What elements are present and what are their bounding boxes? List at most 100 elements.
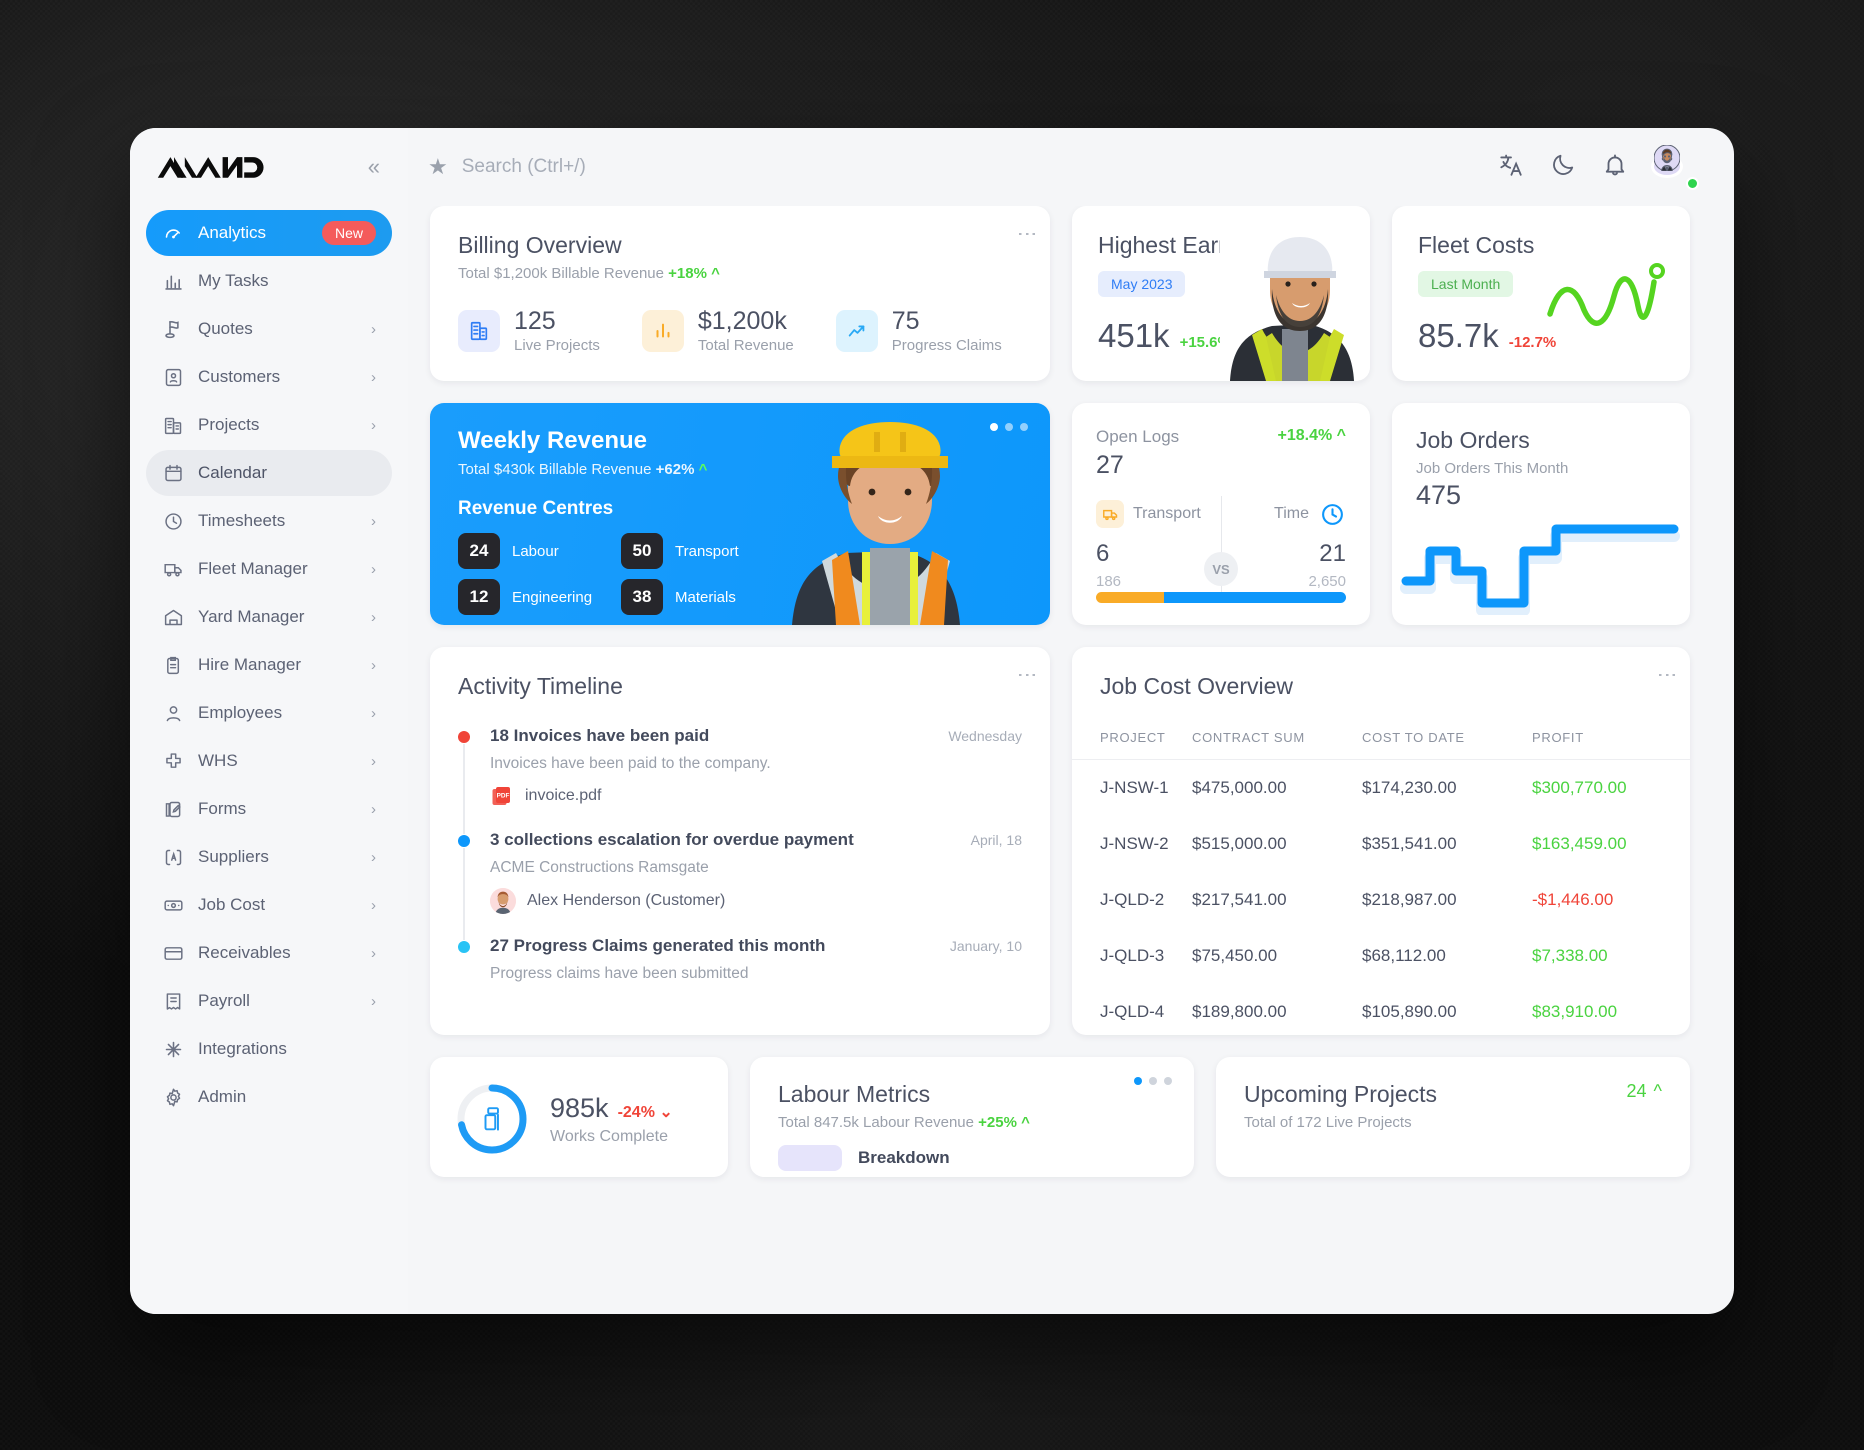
- sidebar-item-suppliers[interactable]: Suppliers ›: [146, 834, 392, 880]
- stat-label: Progress Claims: [892, 337, 1002, 354]
- highest-earning-card: Highest Earning May 2023 451k +15.6%: [1072, 206, 1370, 381]
- column-header-project: PROJECT: [1072, 730, 1192, 760]
- timeline-item: 3 collections escalation for overdue pay…: [458, 830, 1022, 936]
- table-header-row: PROJECT CONTRACT SUM COST TO DATE PROFIT: [1072, 730, 1690, 760]
- activity-timeline-title: Activity Timeline: [458, 673, 1022, 700]
- pdf-icon: PDF: [490, 784, 514, 808]
- sidebar-item-integrations[interactable]: Integrations: [146, 1026, 392, 1072]
- sidebar-collapse-icon[interactable]: «: [362, 154, 384, 180]
- timeline-item-desc: ACME Constructions Ramsgate: [490, 859, 1022, 877]
- cell-contract-sum: $217,541.00: [1192, 872, 1362, 928]
- labour-subtitle-text: Total 847.5k Labour Revenue: [778, 1114, 974, 1131]
- sidebar-item-label: Customers: [198, 367, 357, 387]
- sidebar-item-receivables[interactable]: Receivables ›: [146, 930, 392, 976]
- stat-total-revenue: $1,200k Total Revenue: [642, 308, 794, 354]
- works-delta: -24% ⌄: [618, 1102, 673, 1122]
- timeline-item-header: 27 Progress Claims generated this month …: [490, 936, 1022, 956]
- sidebar-item-my-tasks[interactable]: My Tasks: [146, 258, 392, 304]
- job-cost-title: Job Cost Overview: [1072, 673, 1690, 700]
- table-row[interactable]: J-QLD-3 $75,450.00 $68,112.00 $7,338.00: [1072, 928, 1690, 984]
- brand-logo: [156, 154, 264, 180]
- table-row[interactable]: J-QLD-2 $217,541.00 $218,987.00 -$1,446.…: [1072, 872, 1690, 928]
- weekly-subtitle-text: Total $430k Billable Revenue: [458, 461, 651, 478]
- credit-card-icon: [162, 942, 184, 964]
- sidebar-nav: Analytics New My Tasks Quotes › Customer…: [146, 206, 392, 1120]
- bell-icon[interactable]: [1602, 152, 1628, 183]
- table-row[interactable]: J-NSW-1 $475,000.00 $174,230.00 $300,770…: [1072, 760, 1690, 817]
- sidebar-item-timesheets[interactable]: Timesheets ›: [146, 498, 392, 544]
- person-name: Alex Henderson (Customer): [527, 892, 725, 910]
- table-row[interactable]: J-QLD-4 $189,800.00 $105,890.00 $83,910.…: [1072, 984, 1690, 1035]
- sidebar-item-analytics[interactable]: Analytics New: [146, 210, 392, 256]
- banknote-icon: [162, 894, 184, 916]
- cell-cost-to-date: $174,230.00: [1362, 760, 1532, 817]
- open-logs-card: Open Logs 27 +18.4% ^ VS Transport: [1072, 403, 1370, 625]
- timeline-item-title: 27 Progress Claims generated this month: [490, 936, 825, 956]
- column-header-contract-sum: CONTRACT SUM: [1192, 730, 1362, 760]
- revenue-centre-engineering: 12 Engineering: [458, 579, 603, 615]
- sidebar-item-quotes[interactable]: Quotes ›: [146, 306, 392, 352]
- cell-project: J-QLD-4: [1072, 984, 1192, 1035]
- timeline-item-title: 3 collections escalation for overdue pay…: [490, 830, 854, 850]
- sidebar-item-forms[interactable]: Forms ›: [146, 786, 392, 832]
- rc-label: Transport: [675, 543, 739, 560]
- svg-text:PDF: PDF: [497, 793, 510, 800]
- star-icon[interactable]: ★: [428, 154, 448, 180]
- cell-contract-sum: $475,000.00: [1192, 760, 1362, 817]
- open-logs-time: Time 21 2,650: [1221, 500, 1346, 590]
- sidebar-item-label: WHS: [198, 751, 357, 771]
- column-header-cost-to-date: COST TO DATE: [1362, 730, 1532, 760]
- card-menu-icon[interactable]: ⋮: [1661, 665, 1672, 686]
- transport-head: Transport: [1096, 500, 1221, 528]
- card-menu-icon[interactable]: ⋮: [1021, 224, 1032, 245]
- sidebar-item-admin[interactable]: Admin: [146, 1074, 392, 1120]
- sidebar-header: «: [146, 128, 392, 206]
- stat-live-projects: 125 Live Projects: [458, 308, 600, 354]
- timeline-attachment[interactable]: PDF invoice.pdf: [490, 784, 1022, 808]
- fleet-costs-sparkline: [1544, 252, 1674, 337]
- translate-icon[interactable]: [1498, 152, 1524, 183]
- sidebar-item-calendar[interactable]: Calendar: [146, 450, 392, 496]
- open-logs-transport: Transport 6 186: [1096, 500, 1221, 590]
- user-avatar-image: [1654, 158, 1680, 175]
- trend-up-caret-icon: ^: [1021, 1114, 1030, 1131]
- avatar: [490, 888, 516, 914]
- chevron-right-icon: ›: [371, 849, 376, 866]
- attachment-filename: invoice.pdf: [525, 787, 602, 805]
- period-badge: Last Month: [1418, 271, 1513, 297]
- time-head: Time: [1221, 500, 1346, 528]
- sidebar-item-projects[interactable]: Projects ›: [146, 402, 392, 448]
- time-sub: 2,650: [1221, 573, 1346, 590]
- search-input[interactable]: Search (Ctrl+/): [462, 156, 1484, 178]
- revenue-centre-transport: 50 Transport: [621, 533, 766, 569]
- sidebar-item-customers[interactable]: Customers ›: [146, 354, 392, 400]
- building-icon: [458, 310, 500, 352]
- sidebar-item-employees[interactable]: Employees ›: [146, 690, 392, 736]
- sidebar-item-label: Timesheets: [198, 511, 357, 531]
- cell-project: J-NSW-2: [1072, 816, 1192, 872]
- card-menu-icon[interactable]: ⋮: [1021, 665, 1032, 686]
- fleet-costs-value: 85.7k: [1418, 317, 1499, 355]
- sidebar-item-fleet-manager[interactable]: Fleet Manager ›: [146, 546, 392, 592]
- carousel-dots[interactable]: [1134, 1077, 1172, 1085]
- open-logs-delta: +18.4%: [1277, 427, 1332, 444]
- time-value: 21: [1221, 540, 1346, 568]
- progress-time-segment: [1164, 592, 1347, 603]
- sidebar-item-hire-manager[interactable]: Hire Manager ›: [146, 642, 392, 688]
- chevron-right-icon: ›: [371, 657, 376, 674]
- chevron-right-icon: ›: [371, 561, 376, 578]
- moon-icon[interactable]: [1550, 152, 1576, 183]
- sidebar-item-job-cost[interactable]: Job Cost ›: [146, 882, 392, 928]
- worker-woman-photo: [774, 420, 1004, 625]
- table-row[interactable]: J-NSW-2 $515,000.00 $351,541.00 $163,459…: [1072, 816, 1690, 872]
- timeline-person[interactable]: Alex Henderson (Customer): [490, 888, 1022, 914]
- timeline-item-header: 18 Invoices have been paid Wednesday: [490, 726, 1022, 746]
- sidebar-item-yard-manager[interactable]: Yard Manager ›: [146, 594, 392, 640]
- sidebar-item-label: Fleet Manager: [198, 559, 357, 579]
- sidebar-item-whs[interactable]: WHS ›: [146, 738, 392, 784]
- topbar-actions: [1498, 145, 1698, 189]
- avatar[interactable]: [1654, 145, 1698, 189]
- sidebar-item-payroll[interactable]: Payroll ›: [146, 978, 392, 1024]
- stat-value: 75: [892, 308, 1002, 334]
- open-logs-comparison: VS Transport 6 186 Time: [1096, 500, 1346, 590]
